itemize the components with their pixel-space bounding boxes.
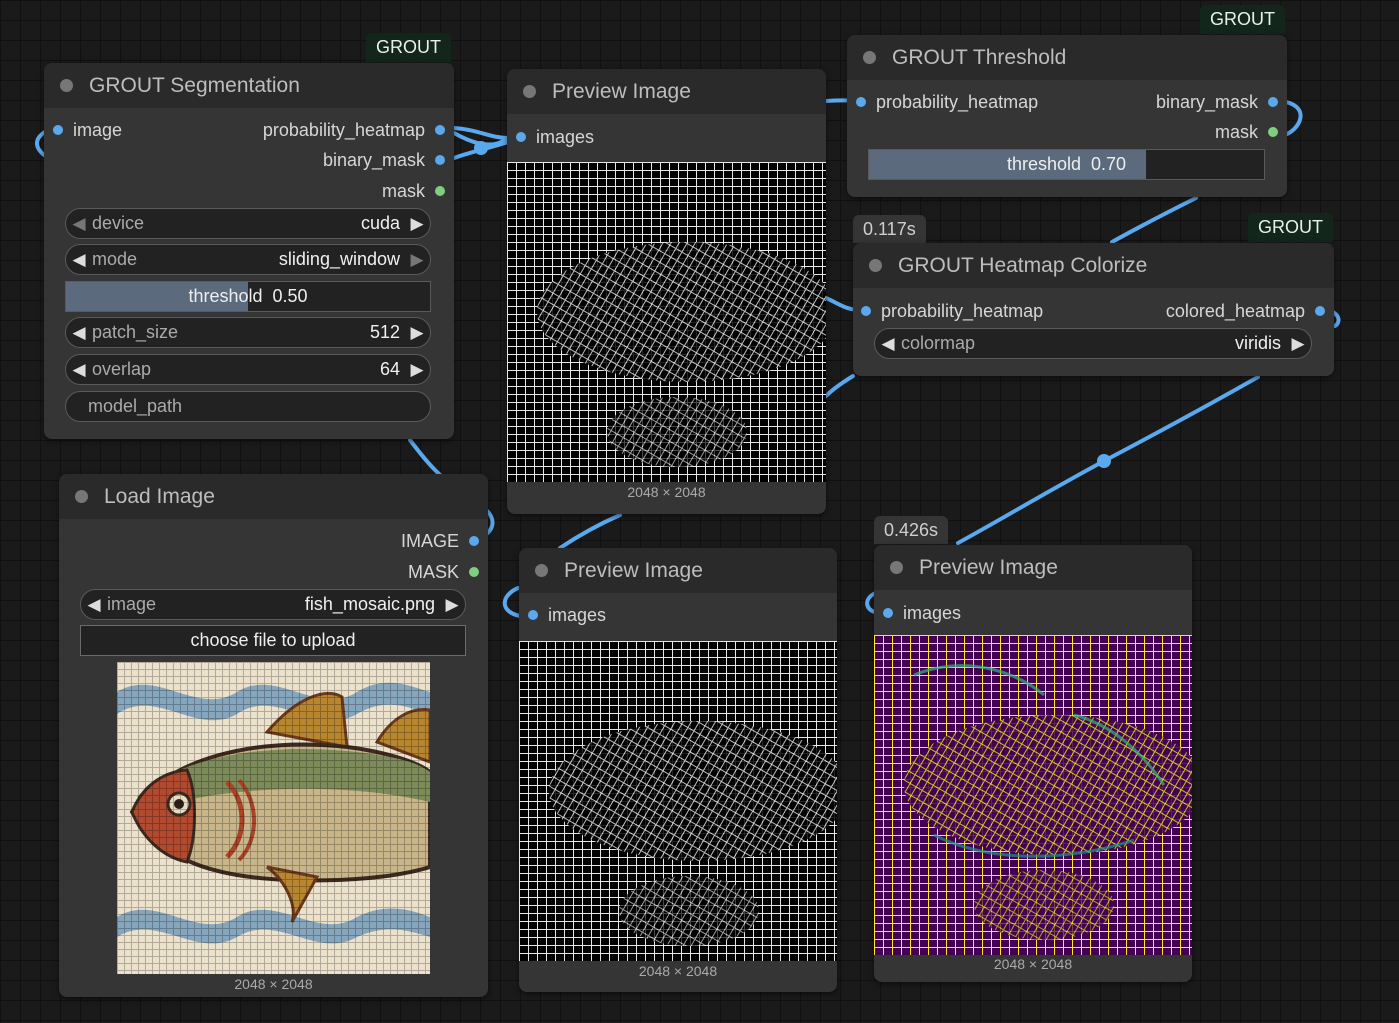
threshold-slider[interactable]: threshold 0.50: [65, 281, 431, 312]
image-dimensions: 2048 × 2048: [638, 963, 718, 979]
collapse-dot-icon[interactable]: [535, 564, 548, 577]
output-slot-binary-mask[interactable]: binary_mask: [1156, 91, 1278, 113]
input-slot-probability-heatmap[interactable]: probability_heatmap: [856, 91, 1038, 113]
node-title-bar[interactable]: Preview Image: [874, 545, 1192, 590]
left-arrow-icon[interactable]: ◀: [875, 334, 901, 354]
node-title: Preview Image: [564, 558, 703, 582]
collapse-dot-icon[interactable]: [75, 490, 88, 503]
device-combo[interactable]: ◀ device cuda ▶: [65, 208, 431, 239]
output-slot-binary-mask[interactable]: binary_mask: [323, 149, 445, 171]
model-path-field[interactable]: model_path: [65, 391, 431, 422]
left-arrow-icon[interactable]: ◀: [66, 323, 92, 343]
output-slot-mask[interactable]: mask: [382, 180, 445, 202]
node-title: Preview Image: [919, 555, 1058, 579]
upload-button[interactable]: choose file to upload: [80, 625, 466, 656]
grout-segmentation-node[interactable]: GROUT Segmentation image probability_hea…: [44, 63, 454, 439]
output-slot-colored-heatmap[interactable]: colored_heatmap: [1166, 300, 1325, 322]
right-arrow-icon[interactable]: ▶: [1285, 334, 1311, 354]
right-arrow-icon[interactable]: ▶: [404, 250, 430, 270]
threshold-slider[interactable]: threshold 0.70: [868, 149, 1265, 180]
node-title-bar[interactable]: Preview Image: [507, 69, 826, 114]
execution-time-badge: 0.117s: [853, 215, 926, 243]
link-threshold-out-loop: [1284, 100, 1303, 136]
link-reroute-dot: [1097, 454, 1111, 468]
node-title: Preview Image: [552, 79, 691, 103]
right-arrow-icon[interactable]: ▶: [404, 360, 430, 380]
input-connector-icon[interactable]: [883, 608, 893, 618]
node-title: Load Image: [104, 484, 215, 508]
colormap-combo[interactable]: ◀ colormap viridis ▶: [874, 328, 1312, 359]
load-image-node[interactable]: Load Image IMAGE MASK ◀ image fish_mosai…: [59, 474, 488, 997]
mode-combo[interactable]: ◀ mode sliding_window ▶: [65, 244, 431, 275]
output-slot-mask[interactable]: mask: [1215, 121, 1278, 143]
input-slot-images[interactable]: images: [516, 126, 594, 148]
image-file-combo[interactable]: ◀ image fish_mosaic.png ▶: [80, 589, 466, 620]
left-arrow-icon[interactable]: ◀: [66, 250, 92, 270]
preview-binary-mask-image: [519, 641, 837, 961]
node-category-badge: GROUT: [366, 33, 451, 62]
collapse-dot-icon[interactable]: [60, 79, 73, 92]
output-slot-mask[interactable]: MASK: [408, 561, 479, 583]
fish-mosaic-image: [117, 662, 430, 974]
input-slot-probability-heatmap[interactable]: probability_heatmap: [861, 300, 1043, 322]
input-slot-images[interactable]: images: [883, 602, 961, 624]
link-preview2-input: [558, 513, 622, 550]
link-colorize-to-preview2a: [824, 374, 855, 398]
left-arrow-icon[interactable]: ◀: [81, 595, 107, 615]
output-connector-icon[interactable]: [469, 567, 479, 577]
output-connector-icon[interactable]: [1268, 127, 1278, 137]
link-preview2-loop: [502, 586, 522, 618]
output-slot-probability-heatmap[interactable]: probability_heatmap: [263, 119, 445, 141]
input-slot-images[interactable]: images: [528, 604, 606, 626]
grout-heatmap-colorize-node[interactable]: GROUT Heatmap Colorize probability_heatm…: [853, 243, 1334, 376]
output-connector-icon[interactable]: [1268, 97, 1278, 107]
collapse-dot-icon[interactable]: [890, 561, 903, 574]
output-connector-icon[interactable]: [435, 186, 445, 196]
input-connector-icon[interactable]: [53, 125, 63, 135]
node-title-bar[interactable]: Load Image: [59, 474, 488, 519]
node-title-bar[interactable]: Preview Image: [519, 548, 837, 593]
image-dimensions: 2048 × 2048: [234, 976, 313, 992]
right-arrow-icon[interactable]: ▶: [439, 595, 465, 615]
left-arrow-icon[interactable]: ◀: [66, 360, 92, 380]
output-connector-icon[interactable]: [1315, 306, 1325, 316]
node-title-bar[interactable]: GROUT Heatmap Colorize: [853, 243, 1334, 288]
image-dimensions: 2048 × 2048: [993, 956, 1073, 972]
patch-size-stepper[interactable]: ◀ patch_size 512 ▶: [65, 317, 431, 348]
image-dimensions: 2048 × 2048: [627, 484, 706, 500]
output-connector-icon[interactable]: [435, 155, 445, 165]
execution-time-badge: 0.426s: [874, 516, 949, 544]
overlap-stepper[interactable]: ◀ overlap 64 ▶: [65, 354, 431, 385]
output-connector-icon[interactable]: [435, 125, 445, 135]
node-title: GROUT Segmentation: [89, 73, 300, 97]
input-connector-icon[interactable]: [516, 132, 526, 142]
input-connector-icon[interactable]: [856, 97, 866, 107]
input-slot-image[interactable]: image: [53, 119, 122, 141]
right-arrow-icon[interactable]: ▶: [404, 323, 430, 343]
link-reroute-dot: [474, 141, 488, 155]
output-slot-image[interactable]: IMAGE: [401, 530, 479, 552]
node-title-bar[interactable]: GROUT Threshold: [847, 35, 1287, 80]
right-arrow-icon[interactable]: ▶: [404, 214, 430, 234]
collapse-dot-icon[interactable]: [523, 85, 536, 98]
preview-binary-mask-image: [507, 162, 826, 482]
preview-image-node[interactable]: Preview Image images 2048 × 2048: [874, 545, 1192, 982]
node-category-badge: GROUT: [1248, 213, 1333, 242]
node-category-badge: GROUT: [1200, 5, 1285, 34]
preview-image-node[interactable]: Preview Image images 2048 × 2048: [519, 548, 837, 992]
link-threshold-to-preview2: [1110, 196, 1198, 244]
left-arrow-icon[interactable]: ◀: [66, 214, 92, 234]
preview-image-node[interactable]: Preview Image images 2048 × 2048: [507, 69, 826, 514]
collapse-dot-icon[interactable]: [863, 51, 876, 64]
output-connector-icon[interactable]: [469, 536, 479, 546]
input-connector-icon[interactable]: [528, 610, 538, 620]
grout-threshold-node[interactable]: GROUT Threshold probability_heatmap bina…: [847, 35, 1287, 197]
preview-colored-heatmap-image: [874, 635, 1192, 955]
node-title: GROUT Threshold: [892, 45, 1067, 69]
collapse-dot-icon[interactable]: [869, 259, 882, 272]
input-connector-icon[interactable]: [861, 306, 871, 316]
node-title: GROUT Heatmap Colorize: [898, 253, 1148, 277]
node-title-bar[interactable]: GROUT Segmentation: [44, 63, 454, 108]
